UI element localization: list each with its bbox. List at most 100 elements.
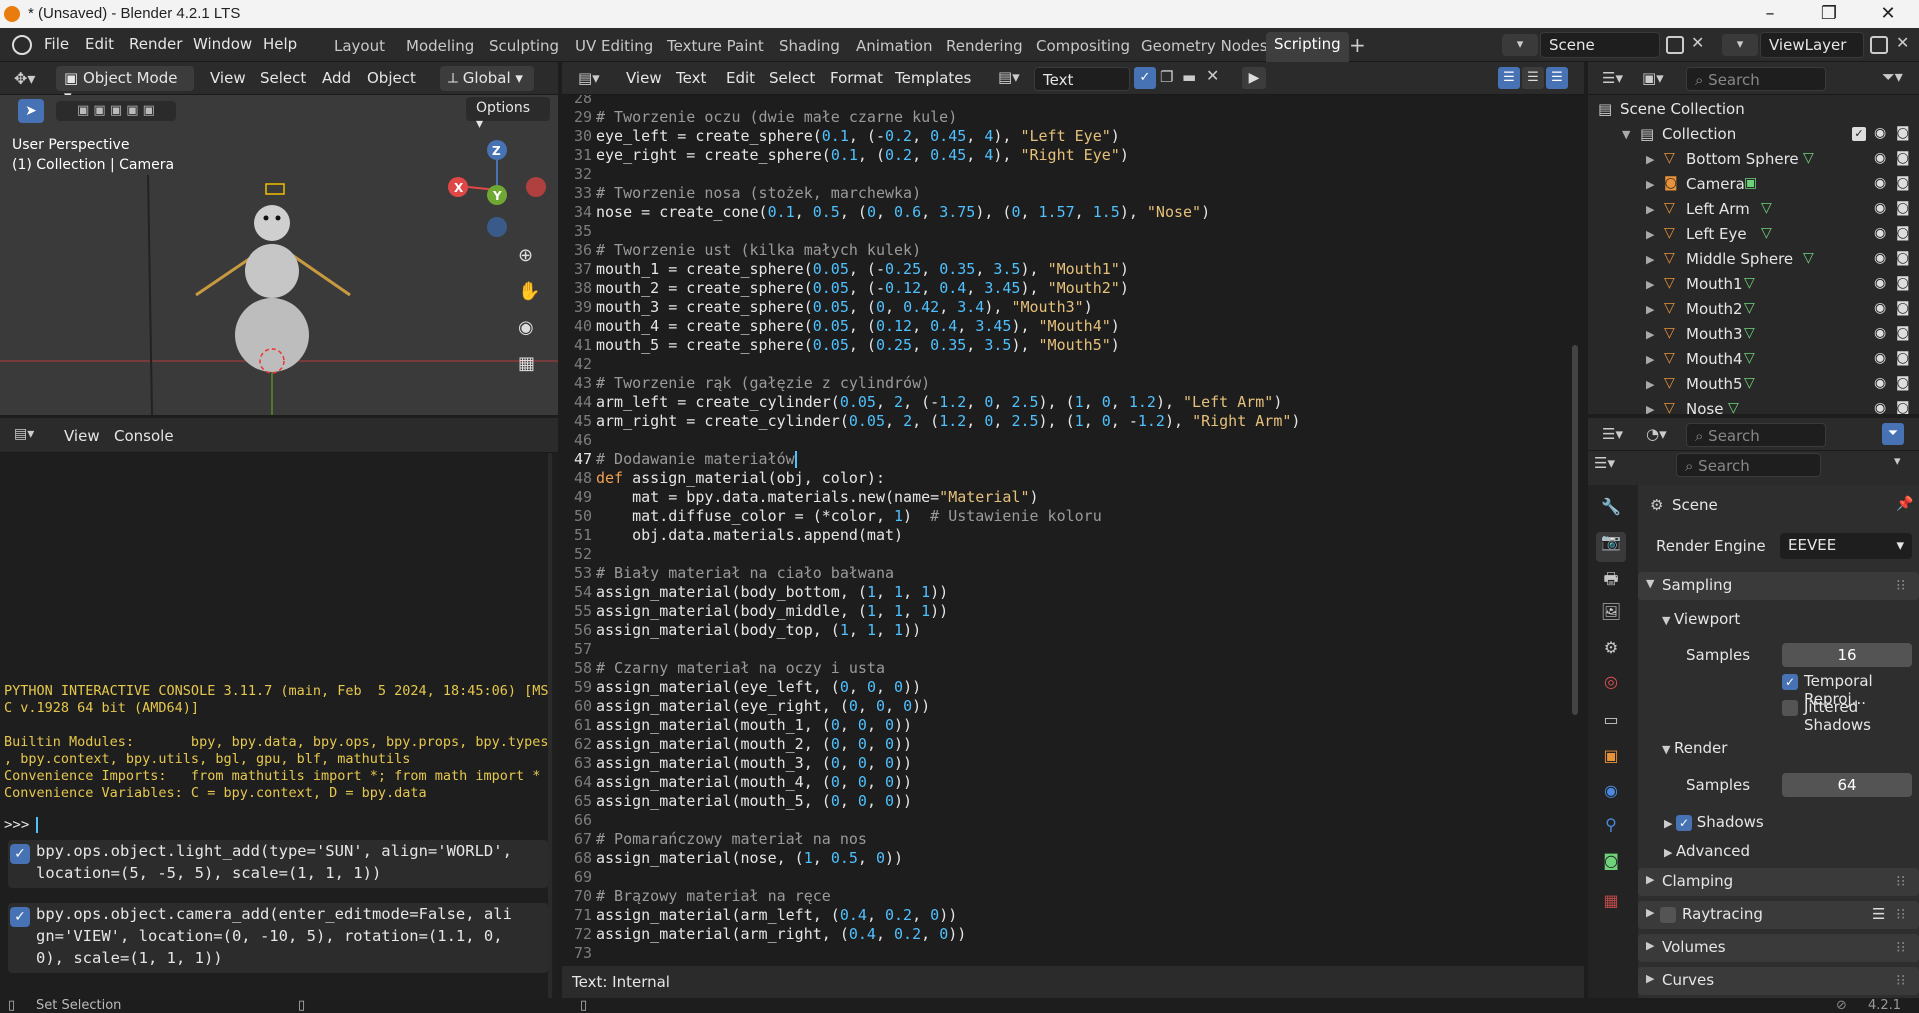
add-workspace-icon[interactable]: + xyxy=(1349,33,1366,57)
presets-list-icon[interactable]: ☰ xyxy=(1872,905,1885,923)
unlink-text-icon[interactable]: ✕ xyxy=(1206,66,1219,85)
code-line[interactable]: def assign_material(obj, color): xyxy=(596,469,885,487)
code-line[interactable]: mat = bpy.data.materials.new(name="Mater… xyxy=(596,488,1038,506)
expand-arrow-icon[interactable]: ▶ xyxy=(1646,228,1654,241)
outliner-item[interactable]: ▶ ▽ Mouth5 ▽ ◉ ◙ xyxy=(1588,373,1919,398)
menu-window[interactable]: Window xyxy=(193,35,252,53)
volumes-panel-header[interactable]: ▶ Volumes ⁝⁝ xyxy=(1638,934,1919,962)
tab-texture-paint[interactable]: Texture Paint xyxy=(667,37,764,55)
open-folder-icon[interactable]: ▬ xyxy=(1182,68,1196,86)
editor-menu-text[interactable]: Text xyxy=(676,69,706,87)
visibility-eye-icon[interactable]: ◉ xyxy=(1874,200,1886,216)
drag-handle-icon[interactable]: ⁝⁝ xyxy=(1896,576,1906,594)
expand-arrow-icon[interactable]: ▶ xyxy=(1646,303,1654,316)
code-line[interactable]: assign_material(mouth_3, (0, 0, 0)) xyxy=(596,754,912,772)
tab-compositing[interactable]: Compositing xyxy=(1036,37,1130,55)
code-line[interactable]: mouth_2 = create_sphere(0.05, (-0.12, 0.… xyxy=(596,279,1129,297)
shadows-checkbox[interactable]: ✓ xyxy=(1675,814,1692,831)
display-mode-icon[interactable]: ▣▾ xyxy=(1642,69,1664,87)
pan-hand-icon[interactable]: ✋ xyxy=(518,281,540,302)
render-camera-icon[interactable]: ◙ xyxy=(1896,150,1910,166)
mesh-data-icon[interactable]: ▽ xyxy=(1761,225,1772,241)
mesh-data-icon[interactable]: ▽ xyxy=(1744,300,1755,316)
tab-scripting[interactable]: Scripting xyxy=(1266,32,1349,62)
maximize-button[interactable]: ❐ xyxy=(1806,2,1852,26)
code-line[interactable]: arm_right = create_cylinder(0.05, 2, (1.… xyxy=(596,412,1300,430)
viewport-menu-add[interactable]: Add xyxy=(322,69,351,87)
editor-menu-templates[interactable]: Templates xyxy=(895,69,971,87)
code-line[interactable]: assign_material(mouth_4, (0, 0, 0)) xyxy=(596,773,912,791)
view-layer-tab-icon[interactable]: 🖼 xyxy=(1596,602,1626,632)
render-camera-icon[interactable]: ◙ xyxy=(1896,125,1910,141)
outliner-editor-type-icon[interactable]: ☰▾ xyxy=(1602,69,1623,87)
text-editor[interactable]: 28 29 # Tworzenie oczu (dwie małe czarne k… xyxy=(562,95,1584,966)
visibility-eye-icon[interactable]: ◉ xyxy=(1874,150,1886,166)
output-tab-icon[interactable]: 🖶 xyxy=(1596,568,1626,598)
texture-tab-icon[interactable]: ▦ xyxy=(1596,891,1626,921)
3d-viewport[interactable]: ➤ ▣ ▣ ▣ ▣ ▣ Options ▾ User Perspective (… xyxy=(0,95,558,415)
python-console[interactable]: PYTHON INTERACTIVE CONSOLE 3.11.7 (main,… xyxy=(0,453,558,998)
outliner-item[interactable]: ▶ ▽ Mouth3 ▽ ◉ ◙ xyxy=(1588,323,1919,348)
outliner-item[interactable]: ▶ ▽ Bottom Sphere ▽ ◉ ◙ xyxy=(1588,148,1919,173)
expand-arrow-icon[interactable]: ▶ xyxy=(1646,353,1654,366)
outliner-search-input[interactable]: ⌕ Search xyxy=(1686,67,1826,91)
render-camera-icon[interactable]: ◙ xyxy=(1896,175,1910,191)
code-line[interactable]: assign_material(mouth_1, (0, 0, 0)) xyxy=(596,716,912,734)
editor-type-icon[interactable]: ✥▾ xyxy=(14,69,35,88)
view-layer-field[interactable]: ViewLayer xyxy=(1760,32,1864,58)
menu-file[interactable]: File xyxy=(44,35,69,53)
expand-arrow-icon[interactable]: ▶ xyxy=(1646,178,1654,191)
minimize-button[interactable]: – xyxy=(1747,2,1793,26)
transform-orientation-dropdown[interactable]: ⟂ Global ▾ xyxy=(440,66,534,91)
render-camera-icon[interactable]: ◙ xyxy=(1896,225,1910,241)
editor-menu-format[interactable]: Format xyxy=(830,69,883,87)
code-line[interactable]: mouth_1 = create_sphere(0.05, (-0.25, 0.… xyxy=(596,260,1129,278)
shadows-subpanel-header[interactable]: ▶ ✓ Shadows xyxy=(1664,813,1764,831)
constraints-tab-icon[interactable]: ⚲ xyxy=(1596,815,1626,845)
code-line[interactable]: assign_material(body_top, (1, 1, 1)) xyxy=(596,621,921,639)
collection-tab-icon[interactable]: ▭ xyxy=(1596,710,1626,740)
properties-filter-search-input[interactable]: ⌕ Search xyxy=(1686,423,1826,447)
code-line[interactable]: assign_material(body_middle, (1, 1, 1)) xyxy=(596,602,948,620)
code-line[interactable]: # Biały materiał na ciało bałwana xyxy=(596,564,894,582)
visibility-eye-icon[interactable]: ◉ xyxy=(1874,125,1886,141)
visibility-eye-icon[interactable]: ◉ xyxy=(1874,300,1886,316)
mesh-data-icon[interactable]: ▽ xyxy=(1728,400,1739,414)
code-line[interactable]: # Tworzenie ust (kilka małych kulek) xyxy=(596,241,921,259)
code-line[interactable]: assign_material(eye_right, (0, 0, 0)) xyxy=(596,697,930,715)
expand-arrow-icon[interactable]: ▶ xyxy=(1646,403,1654,414)
expand-arrow-icon[interactable]: ▶ xyxy=(1646,253,1654,266)
line-numbers-toggle-icon[interactable]: ☰ xyxy=(1498,67,1520,89)
new-view-layer-icon[interactable] xyxy=(1870,36,1888,54)
text-datablock-field[interactable]: Text xyxy=(1034,67,1130,91)
raytracing-checkbox[interactable] xyxy=(1660,907,1676,923)
world-tab-icon[interactable]: ◎ xyxy=(1596,672,1626,702)
render-tab-icon[interactable]: 📷 xyxy=(1596,532,1626,562)
outliner-item[interactable]: ▶ ▽ Left Arm ▽ ◉ ◙ xyxy=(1588,198,1919,223)
tab-animation[interactable]: Animation xyxy=(856,37,932,55)
view-layer-selector-icon[interactable]: ▾ xyxy=(1722,34,1758,56)
viewport-menu-select[interactable]: Select xyxy=(260,69,306,87)
tab-geometry-nodes[interactable]: Geometry Nodes xyxy=(1141,37,1268,55)
visibility-eye-icon[interactable]: ◉ xyxy=(1874,175,1886,191)
tab-shading[interactable]: Shading xyxy=(779,37,840,55)
visibility-eye-icon[interactable]: ◉ xyxy=(1874,375,1886,391)
pin-icon[interactable]: 📌 xyxy=(1896,496,1913,512)
syntax-highlight-toggle-icon[interactable]: ☰ xyxy=(1546,67,1568,89)
close-button[interactable]: ✕ xyxy=(1865,2,1911,26)
render-camera-icon[interactable]: ◙ xyxy=(1896,275,1910,291)
code-line[interactable]: assign_material(arm_right, (0.4, 0.2, 0)… xyxy=(596,925,966,943)
mesh-data-icon[interactable]: ▽ xyxy=(1744,375,1755,391)
raytracing-panel-header[interactable]: ▶ Raytracing ☰ ⁝⁝ xyxy=(1638,901,1919,929)
menu-edit[interactable]: Edit xyxy=(85,35,114,53)
console-menu-console[interactable]: Console xyxy=(114,427,174,445)
outliner-item[interactable]: ▶ ▽ Nose ▽ ◉ ◙ xyxy=(1588,398,1919,414)
code-line[interactable]: mouth_5 = create_sphere(0.05, (0.25, 0.3… xyxy=(596,336,1120,354)
expand-arrow-icon[interactable]: ▶ xyxy=(1646,328,1654,341)
tab-sculpting[interactable]: Sculpting xyxy=(489,37,559,55)
render-camera-icon[interactable]: ◙ xyxy=(1896,375,1910,391)
tab-layout[interactable]: Layout xyxy=(334,37,385,55)
physics-tab-icon[interactable]: ◉ xyxy=(1596,781,1626,811)
scene-selector-icon[interactable]: ▾ xyxy=(1502,34,1538,56)
properties-search-input[interactable]: ⌕ Search xyxy=(1676,453,1821,477)
